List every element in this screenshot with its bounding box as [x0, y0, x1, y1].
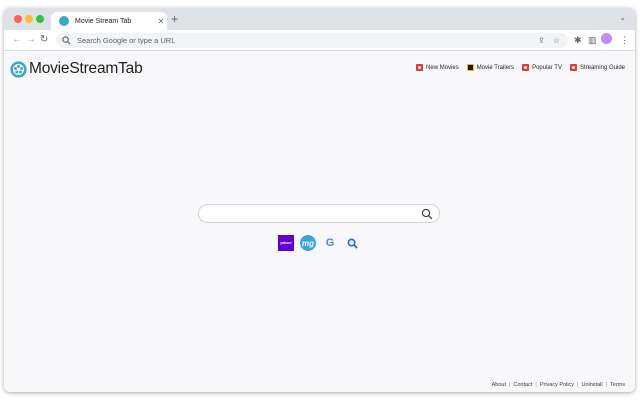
google-icon[interactable]: G — [322, 235, 338, 251]
reload-button[interactable]: ↻ — [40, 34, 48, 46]
forward-button[interactable]: → — [26, 34, 36, 46]
link-label: New Movies — [426, 64, 459, 71]
search-icon — [62, 36, 71, 45]
link-new-movies[interactable]: New Movies — [416, 64, 459, 71]
logo-text: MovieStreamTab — [29, 60, 143, 77]
maximize-window-button[interactable] — [36, 15, 44, 23]
side-panel-icon[interactable]: ▥ — [588, 34, 597, 46]
link-streaming-guide[interactable]: Streaming Guide — [569, 64, 625, 71]
browser-toolbar: ← → ↻ Search Google or type a URL ⇪ ☆ ✱ … — [4, 30, 635, 51]
film-reel-icon — [59, 16, 69, 26]
new-tab-button[interactable]: + — [171, 12, 178, 26]
site-logo[interactable]: MovieStreamTab — [10, 60, 143, 78]
magnifier-icon — [347, 238, 358, 249]
footer-about[interactable]: About — [492, 382, 506, 388]
link-label: Popular TV — [532, 64, 562, 71]
search-engine-icon[interactable] — [344, 235, 360, 251]
footer-terms[interactable]: Terms — [610, 382, 625, 388]
browser-menu-icon[interactable]: ⋮ — [620, 34, 629, 46]
footer-privacy-policy[interactable]: Privacy Policy — [540, 382, 574, 388]
close-window-button[interactable] — [14, 15, 22, 23]
footer-uninstall[interactable]: Uninstall — [581, 382, 602, 388]
yahoo-icon[interactable]: yahoo! — [278, 235, 294, 251]
footer-separator: | — [508, 382, 511, 388]
link-label: Movie Trailers — [476, 64, 515, 71]
footer-contact[interactable]: Contact — [513, 382, 532, 388]
footer-separator: | — [605, 382, 608, 388]
minimize-window-button[interactable] — [25, 15, 33, 23]
red-guide-icon — [569, 64, 577, 71]
bookmark-star-icon[interactable]: ☆ — [553, 36, 560, 45]
tab-title: Movie Stream Tab — [75, 17, 132, 25]
film-reel-icon — [10, 60, 27, 78]
search-box — [198, 204, 440, 223]
red-play-icon — [416, 64, 424, 71]
red-tv-icon — [522, 64, 530, 71]
new-tab-page: MovieStreamTab New Movies Movie Trailers… — [4, 51, 635, 392]
tab-search-chevron-icon[interactable]: ⌄ — [619, 13, 626, 22]
profile-avatar[interactable] — [601, 33, 612, 44]
footer-separator: | — [535, 382, 537, 388]
footer-separator: | — [577, 382, 579, 388]
search-icon[interactable] — [421, 208, 433, 220]
search-input[interactable] — [209, 208, 409, 220]
link-movie-trailers[interactable]: Movie Trailers — [466, 64, 515, 71]
tab-bar: Movie Stream Tab ✕ + ⌄ — [4, 8, 635, 30]
tab-movie-stream[interactable]: Movie Stream Tab ✕ — [51, 12, 167, 30]
extensions-puzzle-icon[interactable]: ✱ — [574, 34, 582, 46]
link-popular-tv[interactable]: Popular TV — [522, 64, 562, 71]
link-label: Streaming Guide — [579, 64, 625, 71]
address-bar[interactable]: Search Google or type a URL ⇪ ☆ — [56, 33, 568, 48]
top-links: New Movies Movie Trailers Popular TV Str… — [408, 64, 625, 71]
footer-links: About | Contact | Privacy Policy | Unins… — [492, 382, 625, 388]
browser-window: Movie Stream Tab ✕ + ⌄ ← → ↻ Search Goog… — [4, 8, 635, 392]
search-engine-selector: yahoo! mg G — [278, 235, 366, 251]
close-tab-icon[interactable]: ✕ — [155, 17, 167, 26]
mg-icon[interactable]: mg — [300, 235, 316, 251]
share-icon[interactable]: ⇪ — [538, 36, 545, 45]
clapper-icon — [466, 64, 474, 71]
back-button[interactable]: ← — [12, 34, 22, 46]
address-placeholder: Search Google or type a URL — [77, 36, 176, 45]
